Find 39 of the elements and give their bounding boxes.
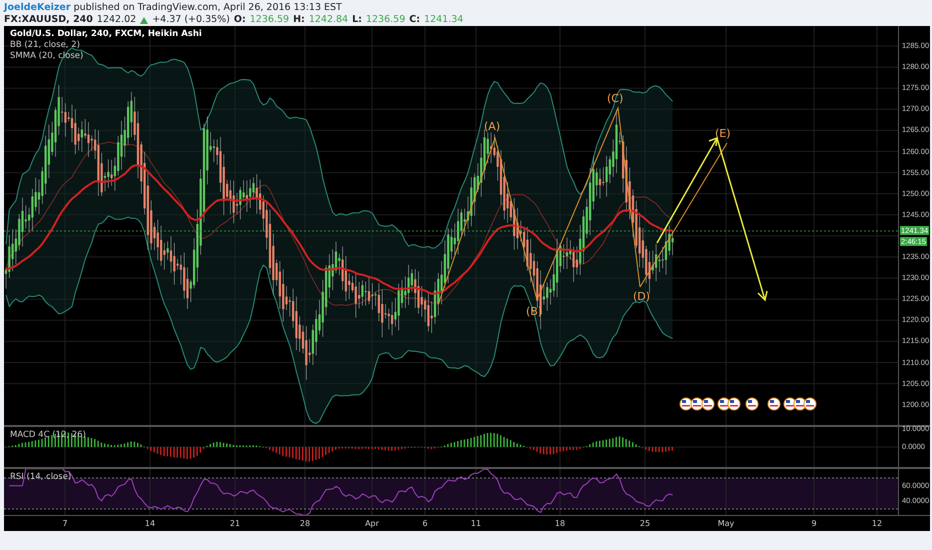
wave-label: (D) bbox=[633, 290, 650, 303]
time-axis-label: 11 bbox=[470, 519, 482, 528]
wave-label: (E) bbox=[715, 127, 731, 140]
event-flag-icon[interactable] bbox=[690, 398, 704, 410]
ohlc-label: O: bbox=[234, 14, 246, 26]
price-change: +4.37 (+0.35%) bbox=[152, 14, 230, 26]
time-axis-label: 9 bbox=[811, 519, 817, 528]
time-axis-label: 18 bbox=[554, 519, 566, 528]
time-axis-label: 28 bbox=[300, 519, 310, 528]
time-axis-label: 21 bbox=[230, 519, 240, 528]
symbol-label: FX:XAUUSD, 240 bbox=[4, 14, 93, 26]
time-axis-label: Apr bbox=[365, 519, 379, 528]
chart-legend-label: BB (21, close, 2) bbox=[10, 40, 81, 51]
event-flag-icon[interactable] bbox=[728, 398, 740, 410]
event-flag-icon[interactable] bbox=[746, 398, 758, 410]
last-price: 1242.02 bbox=[96, 14, 136, 26]
ohlc-label: C: bbox=[409, 14, 420, 26]
author-link[interactable]: JoeldeKeizer bbox=[4, 2, 71, 13]
ohlc-value: 1236.59 bbox=[366, 14, 406, 26]
publish-info: published on TradingView.com, April 26, 2016 13:13 EST bbox=[74, 2, 342, 13]
time-axis-label: 6 bbox=[422, 519, 428, 528]
time-axis-label: 25 bbox=[640, 519, 650, 528]
wave-label: (C) bbox=[607, 92, 624, 105]
ohlc-label: H: bbox=[293, 14, 305, 26]
ohlc-value: 1241.34 bbox=[424, 14, 464, 26]
time-axis-label: 12 bbox=[872, 519, 882, 528]
ohlc-value: 1242.84 bbox=[308, 14, 348, 26]
chart-legend-label: Gold/U.S. Dollar, 240, FXCM, Heikin Ashi bbox=[10, 29, 202, 40]
indicator-title: RSI (14, close) bbox=[10, 472, 72, 482]
event-flag-icon[interactable] bbox=[680, 398, 692, 410]
ohlc-label: L: bbox=[352, 14, 362, 26]
event-flag-icon[interactable] bbox=[702, 398, 714, 410]
event-flag-icon[interactable] bbox=[804, 398, 816, 410]
time-axis-label: May bbox=[718, 519, 734, 528]
event-flag-icon[interactable] bbox=[768, 398, 780, 410]
ohlc-value: 1236.59 bbox=[250, 14, 290, 26]
wave-label: (A) bbox=[484, 120, 500, 133]
time-axis-label: 7 bbox=[62, 519, 68, 528]
time-axis-label: 14 bbox=[144, 519, 156, 528]
